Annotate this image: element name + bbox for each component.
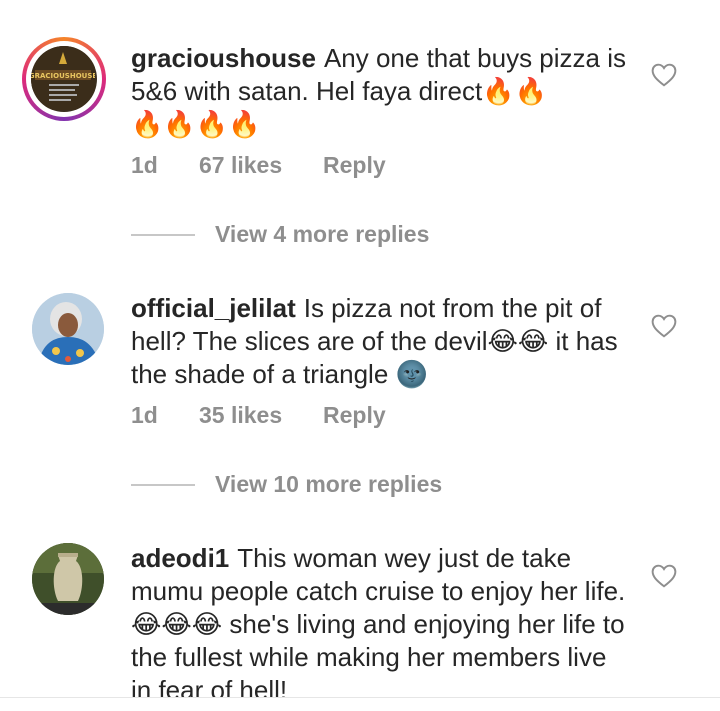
comment-username[interactable]: adeodi1 <box>131 543 229 573</box>
heart-outline-icon[interactable] <box>651 564 677 588</box>
avatar-logo-text: GRACIOUSHOUSE <box>31 72 95 80</box>
bottom-divider <box>0 697 720 711</box>
reply-button[interactable]: Reply <box>323 152 386 179</box>
replies-divider <box>131 483 195 486</box>
avatar-adeodi1[interactable] <box>32 543 104 615</box>
avatar-official-jelilat[interactable] <box>32 293 104 365</box>
comment-time: 1d <box>131 402 158 428</box>
replies-divider <box>131 233 195 236</box>
avatar-adeodi1-image <box>32 543 104 615</box>
avatar-gracioushouse-image: GRACIOUSHOUSE <box>31 46 95 110</box>
comment-likes[interactable]: 35 likes <box>199 402 323 429</box>
comment-text-block: official_jelilat Is pizza not from the pi… <box>131 292 631 391</box>
comment-username[interactable]: gracioushouse <box>131 43 316 73</box>
comment-likes[interactable]: 67 likes <box>199 152 323 179</box>
view-replies[interactable]: View 4 more replies <box>131 221 429 248</box>
avatar-official-jelilat-image <box>32 293 104 365</box>
heart-outline-icon[interactable] <box>651 314 677 338</box>
avatar-gracioushouse[interactable]: GRACIOUSHOUSE <box>22 37 106 121</box>
heart-outline-icon[interactable] <box>651 63 677 87</box>
view-replies[interactable]: View 10 more replies <box>131 471 442 498</box>
comment-text-block: gracioushouse Any one that buys pizza is … <box>131 42 631 141</box>
comment-time: 1d <box>131 152 158 178</box>
comment-text-block: adeodi1 This woman wey just de take mumu … <box>131 542 631 707</box>
view-replies-label[interactable]: View 4 more replies <box>215 221 429 248</box>
comment-meta: 1d 35 likes Reply <box>131 402 386 429</box>
comment-meta: 1d 67 likes Reply <box>131 152 386 179</box>
comment-username[interactable]: official_jelilat <box>131 293 296 323</box>
view-replies-label[interactable]: View 10 more replies <box>215 471 442 498</box>
reply-button[interactable]: Reply <box>323 402 386 429</box>
